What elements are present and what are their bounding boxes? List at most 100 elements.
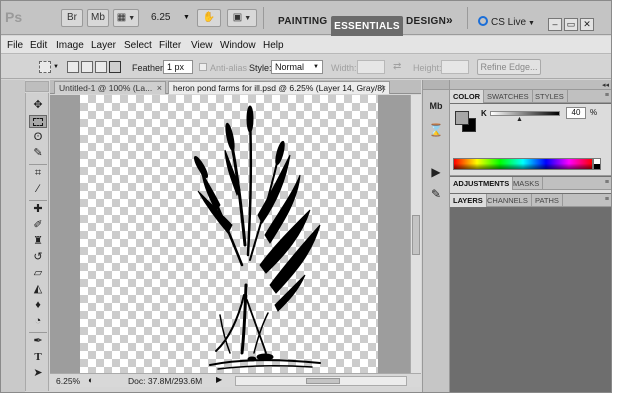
arrange-documents-button[interactable]: ▣ ▼ bbox=[227, 9, 257, 27]
clone-stamp-icon[interactable]: ♜ bbox=[29, 235, 47, 248]
toolbox-header[interactable] bbox=[25, 81, 49, 92]
panel-menu-icon[interactable]: ≡ bbox=[605, 92, 609, 99]
path-selection-icon[interactable]: ➤ bbox=[29, 367, 47, 380]
style-select[interactable]: Normal ▼ bbox=[271, 60, 323, 74]
black-white-swatch[interactable] bbox=[593, 158, 601, 170]
zoom-dropdown-icon[interactable]: ▼ bbox=[183, 14, 190, 21]
add-to-selection-icon[interactable] bbox=[81, 61, 93, 73]
subtract-from-selection-icon[interactable] bbox=[95, 61, 107, 73]
more-workspaces-button[interactable]: » bbox=[446, 13, 453, 27]
panel-menu-icon[interactable]: ≡ bbox=[605, 179, 609, 186]
zoom-level[interactable]: 6.25 bbox=[151, 12, 170, 23]
eraser-icon[interactable]: ▱ bbox=[29, 267, 47, 280]
width-input[interactable] bbox=[357, 60, 385, 74]
workspace-painting[interactable]: PAINTING bbox=[278, 16, 327, 27]
marquee-preset-icon[interactable] bbox=[39, 61, 51, 73]
cs-live-button[interactable]: CS Live ▼ bbox=[478, 16, 535, 28]
actions-icon[interactable]: ▶ bbox=[428, 164, 444, 180]
healing-brush-icon[interactable]: ✚ bbox=[29, 203, 47, 216]
scroll-thumb[interactable] bbox=[306, 378, 340, 384]
menu-select[interactable]: Select bbox=[124, 40, 152, 51]
tab-paths[interactable]: PATHS bbox=[532, 194, 563, 207]
close-tab-icon[interactable]: × bbox=[157, 82, 162, 94]
menu-window[interactable]: Window bbox=[220, 40, 256, 51]
horizontal-scrollbar[interactable] bbox=[235, 376, 407, 386]
brush-icon[interactable]: ✐ bbox=[29, 219, 47, 232]
pen-icon[interactable]: ✒ bbox=[29, 335, 47, 348]
menu-bar: File Edit Image Layer Select Filter View… bbox=[1, 36, 611, 54]
bridge-button[interactable]: Br bbox=[61, 9, 83, 27]
status-zoom[interactable]: 6.25% bbox=[56, 376, 80, 386]
eyedropper-icon[interactable]: ∕ bbox=[29, 183, 47, 196]
panel-menu-icon[interactable]: ≡ bbox=[605, 196, 609, 203]
collapse-icon[interactable]: ◂◂ bbox=[602, 81, 609, 89]
tab-styles[interactable]: STYLES bbox=[532, 90, 568, 103]
application-bar: Ps Br Mb ▦ ▼ 6.25 ▼ ✋ ▣ ▼ PAINTING ESSENTI… bbox=[1, 1, 611, 38]
refine-edge-button[interactable]: Refine Edge... bbox=[477, 59, 541, 75]
tab-label: heron pond farms for ill.psd @ 6.25% (La… bbox=[173, 83, 385, 93]
feather-input[interactable]: 1 px bbox=[163, 60, 193, 74]
chevron-down-icon: ▼ bbox=[244, 15, 252, 22]
crop-icon[interactable]: ⌗ bbox=[29, 167, 47, 180]
menu-layer[interactable]: Layer bbox=[91, 40, 116, 51]
tool-presets-icon[interactable]: ✎ bbox=[428, 186, 444, 202]
style-label: Style: bbox=[249, 63, 272, 73]
k-slider[interactable] bbox=[490, 111, 560, 116]
hand-tool-button[interactable]: ✋ bbox=[197, 9, 221, 27]
minimize-button[interactable]: – bbox=[548, 18, 562, 31]
history-icon[interactable]: ⌛ bbox=[428, 122, 444, 138]
blur-icon[interactable]: ♦ bbox=[29, 299, 47, 312]
maximize-button[interactable]: ▭ bbox=[564, 18, 578, 31]
tab-masks[interactable]: MASKS bbox=[510, 177, 544, 190]
chevron-down-icon[interactable]: ▼ bbox=[53, 64, 59, 70]
view-extras-button[interactable]: ▦ ▼ bbox=[113, 9, 139, 27]
tab-swatches[interactable]: SWATCHES bbox=[484, 90, 533, 103]
tab-channels[interactable]: CHANNELS bbox=[484, 194, 532, 207]
move-icon[interactable]: ✥ bbox=[29, 99, 47, 112]
zoom-widget-icon[interactable]: ◐ bbox=[88, 375, 93, 385]
tab-color[interactable]: COLOR bbox=[450, 90, 485, 103]
scroll-thumb[interactable] bbox=[412, 215, 420, 255]
vertical-scrollbar[interactable] bbox=[410, 95, 421, 373]
menu-view[interactable]: View bbox=[191, 40, 213, 51]
menu-edit[interactable]: Edit bbox=[30, 40, 47, 51]
antialias-checkbox[interactable] bbox=[199, 63, 207, 71]
canvas-area[interactable] bbox=[50, 95, 410, 373]
history-brush-icon[interactable]: ↺ bbox=[29, 251, 47, 264]
swap-dimensions-icon[interactable]: ⇄ bbox=[393, 61, 401, 72]
workspace-design[interactable]: DESIGN bbox=[406, 16, 446, 27]
tab-layers[interactable]: LAYERS bbox=[450, 194, 487, 207]
tab-heron-pond-farms[interactable]: heron pond farms for ill.psd @ 6.25% (La… bbox=[168, 81, 390, 94]
menu-filter[interactable]: Filter bbox=[159, 40, 181, 51]
strip-header[interactable] bbox=[423, 80, 449, 90]
type-icon[interactable]: T bbox=[29, 351, 47, 364]
marquee-icon[interactable] bbox=[29, 115, 47, 128]
foreground-color-swatch[interactable] bbox=[455, 111, 469, 125]
close-tab-icon[interactable]: × bbox=[381, 82, 386, 94]
k-value-input[interactable]: 40 bbox=[566, 107, 586, 119]
document-canvas[interactable] bbox=[80, 95, 378, 373]
menu-file[interactable]: File bbox=[7, 40, 23, 51]
workspace-essentials[interactable]: ESSENTIALS bbox=[331, 16, 403, 38]
close-button[interactable]: ✕ bbox=[580, 18, 594, 31]
menu-image[interactable]: Image bbox=[56, 40, 84, 51]
status-menu-icon[interactable]: ▶ bbox=[216, 375, 222, 384]
tab-untitled-1[interactable]: Untitled-1 @ 100% (La... × bbox=[54, 81, 166, 94]
height-input[interactable] bbox=[441, 60, 469, 74]
intersect-selection-icon[interactable] bbox=[109, 61, 121, 73]
adjustments-panel-tabs: ADJUSTMENTS MASKS ≡ bbox=[450, 177, 611, 190]
layers-panel[interactable] bbox=[450, 208, 611, 392]
color-spectrum[interactable] bbox=[453, 158, 593, 170]
menu-help[interactable]: Help bbox=[263, 40, 284, 51]
style-value: Normal bbox=[275, 62, 305, 72]
mini-bridge-button[interactable]: Mb bbox=[87, 9, 109, 27]
new-selection-icon[interactable] bbox=[67, 61, 79, 73]
tab-adjustments[interactable]: ADJUSTMENTS bbox=[450, 177, 514, 190]
quick-select-icon[interactable]: ✎ bbox=[29, 147, 47, 160]
paint-bucket-icon[interactable]: ◭ bbox=[29, 283, 47, 296]
panel-dock-header[interactable]: ◂◂ bbox=[450, 80, 611, 90]
mini-bridge-icon[interactable]: Mb bbox=[428, 98, 444, 114]
dodge-icon[interactable]: ◔ bbox=[29, 315, 47, 328]
lasso-icon[interactable]: ʘ bbox=[29, 131, 47, 144]
slider-marker-icon[interactable]: ▲ bbox=[516, 116, 523, 123]
